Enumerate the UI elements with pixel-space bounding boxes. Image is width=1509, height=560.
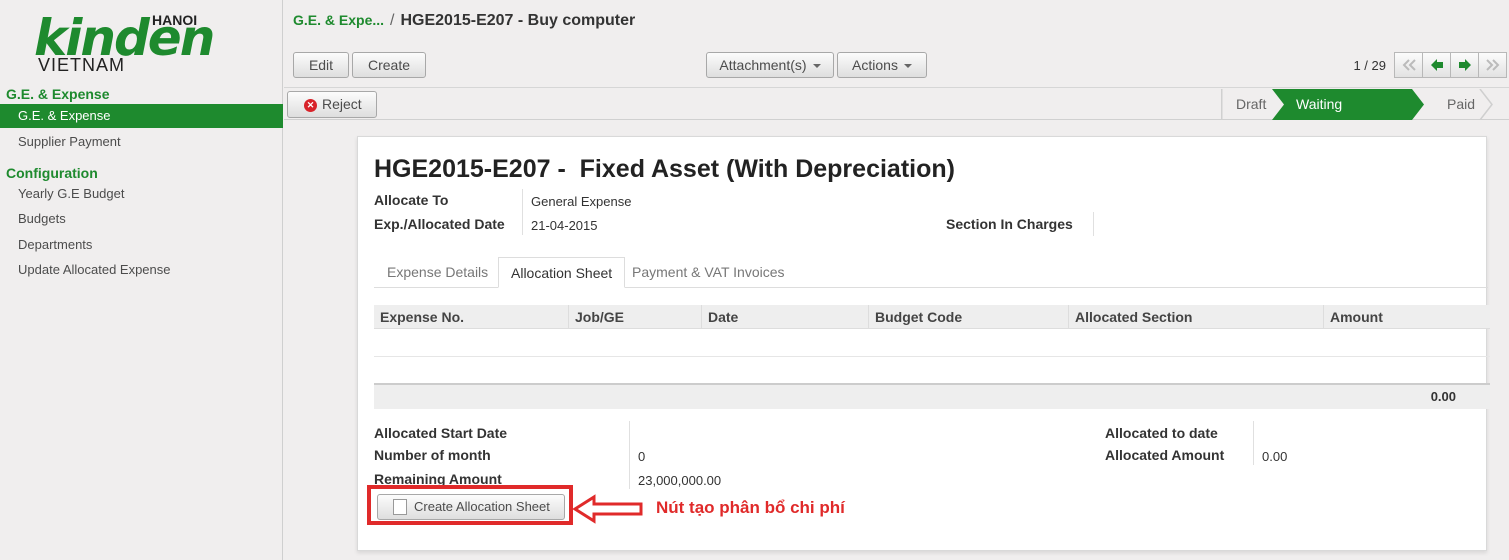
workflow-step-paid: Paid <box>1447 96 1476 112</box>
form-tabs: Expense Details Allocation Sheet Payment… <box>374 257 1488 288</box>
reject-label: Reject <box>322 96 362 112</box>
tab-payment-vat-invoices[interactable]: Payment & VAT Invoices <box>620 257 797 288</box>
number-of-month-label: Number of month <box>374 447 491 463</box>
table-footer: 0.00 <box>374 383 1490 409</box>
workflow-step-waiting-payment: Waiting for Payment <box>1296 96 1351 174</box>
chevron-down-icon <box>903 64 912 69</box>
sidebar-item-update-allocated-expense[interactable]: Update Allocated Expense <box>0 258 283 282</box>
sidebar-item-yearly-budget[interactable]: Yearly G.E Budget <box>0 182 283 206</box>
annotation-arrow-icon <box>572 494 643 524</box>
column-job-ge: Job/GE <box>568 305 701 329</box>
field-divider <box>1093 212 1094 236</box>
sidebar-item-budgets[interactable]: Budgets <box>0 207 283 231</box>
allocated-amount-value: 0.00 <box>1262 449 1288 464</box>
tab-expense-details[interactable]: Expense Details <box>375 257 500 288</box>
logo-sub-text: HANOI <box>152 12 198 28</box>
annotation-text: Nút tạo phân bổ chi phí <box>656 498 845 517</box>
amount-total: 0.00 <box>1430 389 1456 404</box>
logo-country-text: VIETNAM <box>38 55 126 75</box>
field-divider <box>1253 421 1254 465</box>
section-in-charges-label: Section In Charges <box>946 216 1073 232</box>
allocated-date-value: 21-04-2015 <box>531 218 598 233</box>
breadcrumb: G.E. & Expe... / HGE2015-E207 - Buy comput… <box>293 12 635 30</box>
actions-label: Actions <box>852 57 898 73</box>
attachments-label: Attachment(s) <box>719 57 807 73</box>
right-arrow-icon <box>1459 59 1471 71</box>
first-record-button[interactable] <box>1394 52 1423 78</box>
company-logo: kinden HANOI VIETNAM <box>30 10 215 75</box>
allocated-amount-label: Allocated Amount <box>1105 447 1225 463</box>
sidebar-item-departments[interactable]: Departments <box>0 233 283 257</box>
field-divider <box>629 421 630 489</box>
status-bar: ✕ Reject Draft Waiting for Payment Paid <box>284 89 1509 174</box>
double-right-arrow-icon <box>1486 59 1500 71</box>
column-amount: Amount <box>1323 305 1490 329</box>
tab-allocation-sheet[interactable]: Allocation Sheet <box>498 257 626 288</box>
edit-button[interactable]: Edit <box>293 52 349 78</box>
attachments-dropdown[interactable]: Attachment(s) <box>706 52 834 78</box>
allocated-to-date-label: Allocated to date <box>1105 425 1218 441</box>
column-budget-code: Budget Code <box>868 305 1068 329</box>
sidebar: kinden HANOI VIETNAM G.E. & Expense G.E.… <box>0 0 283 560</box>
workflow-step-draft: Draft <box>1236 96 1267 112</box>
number-of-month-value: 0 <box>638 449 646 464</box>
document-title: HGE2015-E207 - Fixed Asset (With Depreci… <box>374 155 955 183</box>
sidebar-section-ge-expense: G.E. & Expense <box>6 86 110 102</box>
top-bar: G.E. & Expe... / HGE2015-E207 - Buy comput… <box>284 0 1509 88</box>
last-record-button[interactable] <box>1478 52 1507 78</box>
sidebar-item-ge-expense[interactable]: G.E. & Expense <box>0 104 283 128</box>
chevron-down-icon <box>812 64 821 69</box>
allocate-to-label: Allocate To <box>374 192 449 208</box>
create-button[interactable]: Create <box>352 52 426 78</box>
pager-counter[interactable]: 1 / 29 <box>1353 58 1386 73</box>
workflow-steps: Draft Waiting for Payment Paid <box>1221 89 1493 174</box>
actions-dropdown[interactable]: Actions <box>837 52 927 78</box>
previous-record-button[interactable] <box>1422 52 1451 78</box>
column-expense-no: Expense No. <box>380 309 465 325</box>
column-allocated-section: Allocated Section <box>1068 305 1323 329</box>
allocate-to-value: General Expense <box>531 194 632 209</box>
next-record-button[interactable] <box>1450 52 1479 78</box>
remaining-amount-value: 23,000,000.00 <box>638 473 722 488</box>
left-arrow-icon <box>1431 59 1443 71</box>
reject-button[interactable]: ✕ Reject <box>287 91 377 118</box>
allocated-start-date-label: Allocated Start Date <box>374 425 508 441</box>
breadcrumb-current: HGE2015-E207 - Buy computer <box>400 12 636 29</box>
breadcrumb-parent-link[interactable]: G.E. & Expe... <box>293 12 384 28</box>
column-date: Date <box>701 305 868 329</box>
annotation-highlight-box <box>367 485 573 525</box>
table-header: Expense No. Job/GE Date Budget Code Allo… <box>374 305 1490 329</box>
sidebar-section-configuration: Configuration <box>6 165 98 181</box>
close-circle-icon: ✕ <box>304 99 317 112</box>
table-row <box>374 356 1490 357</box>
allocated-date-label: Exp./Allocated Date <box>374 216 505 232</box>
field-divider <box>522 189 523 235</box>
double-left-arrow-icon <box>1402 59 1416 71</box>
sidebar-item-supplier-payment[interactable]: Supplier Payment <box>0 130 283 154</box>
breadcrumb-separator: / <box>390 12 395 29</box>
